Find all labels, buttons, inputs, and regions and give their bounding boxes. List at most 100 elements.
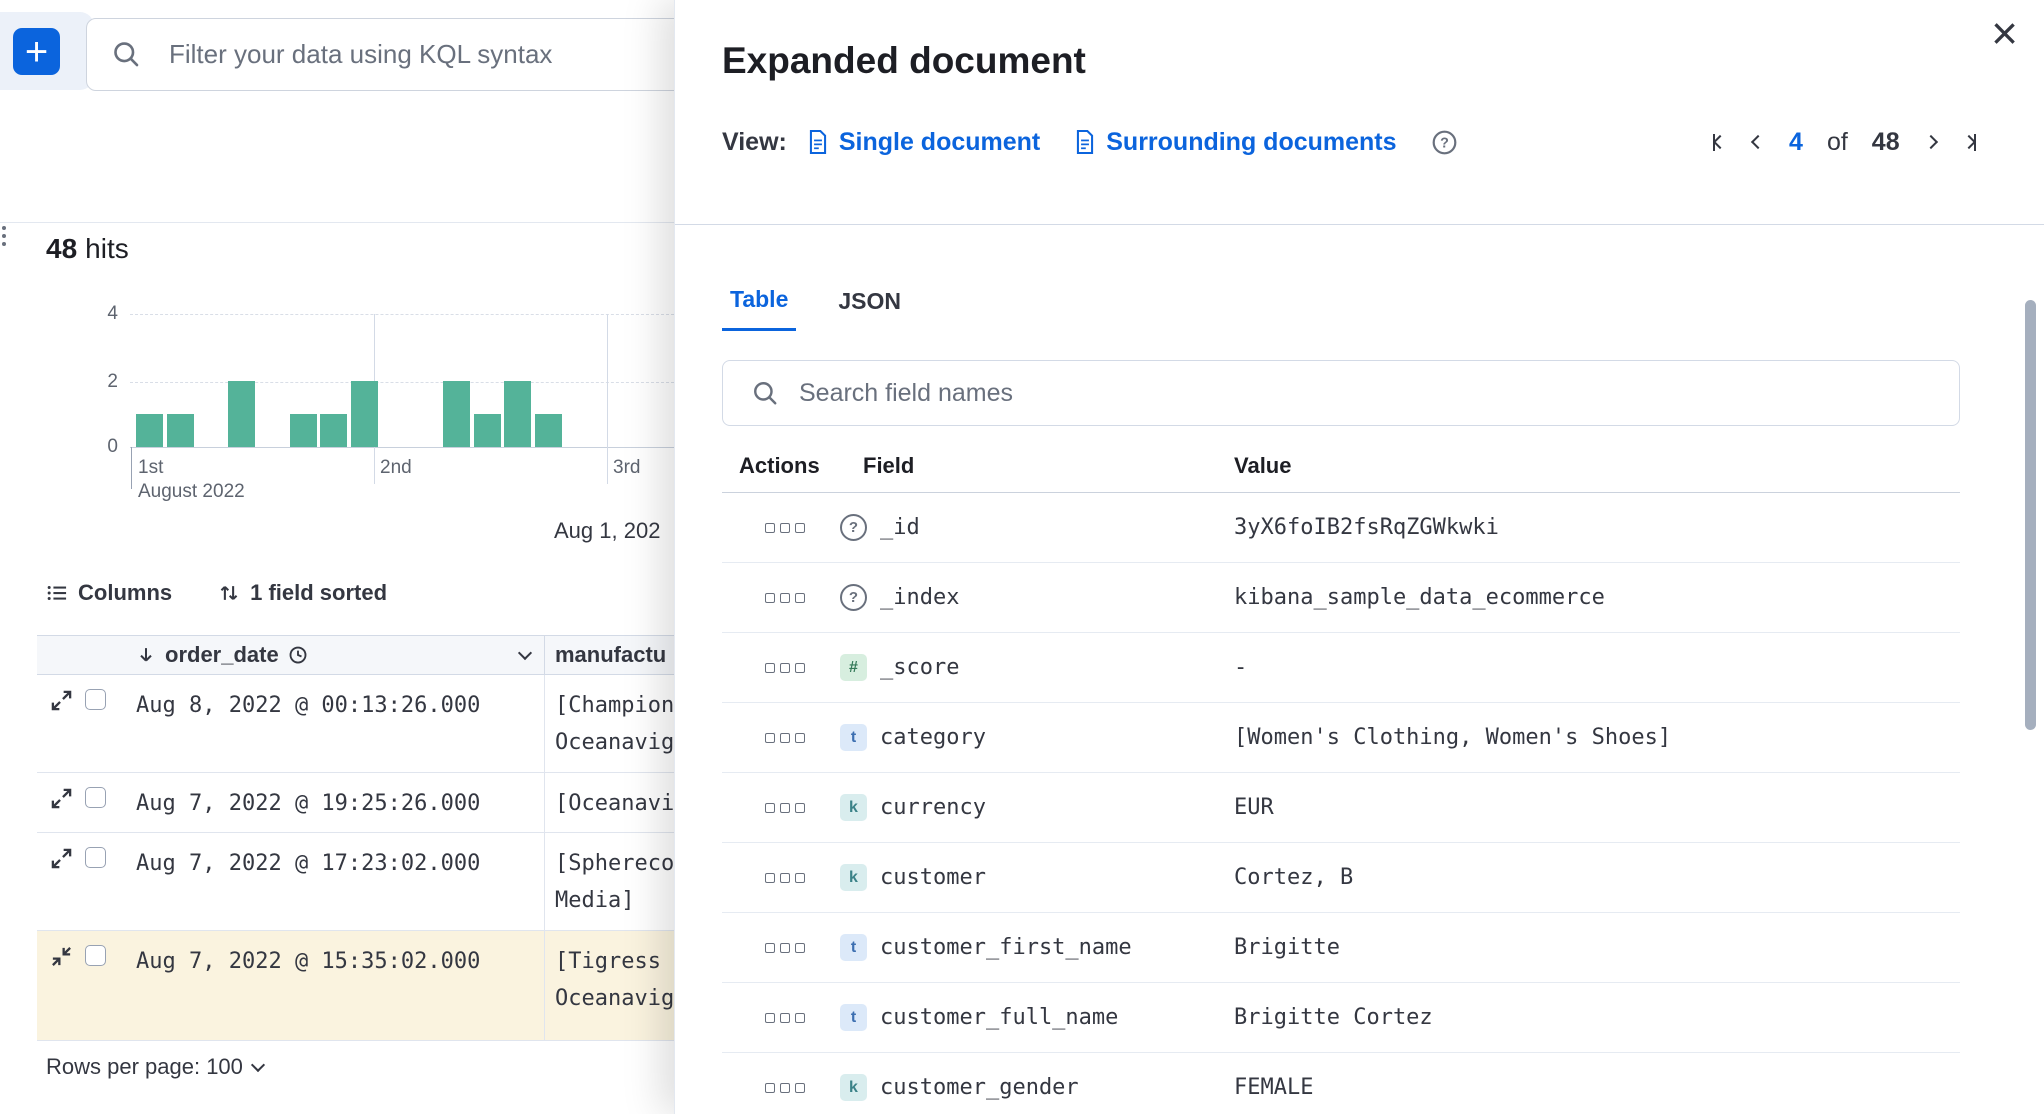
field-row: kcustomer_genderFEMALE bbox=[722, 1053, 1960, 1114]
field-action-button[interactable] bbox=[765, 873, 775, 883]
histogram-bars bbox=[136, 314, 696, 447]
first-page-button[interactable] bbox=[1711, 134, 1727, 151]
field-action-button[interactable] bbox=[795, 733, 805, 743]
doc-viewer-table: Actions Field Value ?_id3yX6foIB2fsRqZGW… bbox=[722, 440, 1960, 1114]
histogram-bar[interactable] bbox=[504, 381, 531, 448]
field-action-button[interactable] bbox=[780, 803, 790, 813]
sort-label: 1 field sorted bbox=[250, 580, 387, 606]
field-cell: kcustomer bbox=[840, 864, 1234, 891]
row-checkbox[interactable] bbox=[85, 787, 106, 808]
row-checkbox[interactable] bbox=[85, 945, 106, 966]
histogram-bar[interactable] bbox=[474, 414, 501, 447]
previous-page-button[interactable] bbox=[1751, 137, 1765, 147]
row-controls bbox=[37, 833, 126, 930]
field-row: tcategory[Women's Clothing, Women's Shoe… bbox=[722, 703, 1960, 773]
current-page[interactable]: 4 bbox=[1789, 128, 1803, 157]
histogram-bar[interactable] bbox=[228, 381, 255, 448]
field-action-button[interactable] bbox=[765, 1083, 775, 1093]
expanded-document-flyout: × Expanded document View: Single documen… bbox=[674, 0, 2044, 1114]
sort-icon bbox=[218, 582, 240, 604]
field-action-button[interactable] bbox=[780, 663, 790, 673]
field-action-button[interactable] bbox=[765, 733, 775, 743]
field-action-button[interactable] bbox=[780, 943, 790, 953]
field-name: category bbox=[880, 725, 986, 750]
histogram-bar[interactable] bbox=[320, 414, 347, 447]
field-action-button[interactable] bbox=[765, 593, 775, 603]
field-action-button[interactable] bbox=[765, 943, 775, 953]
field-action-button[interactable] bbox=[780, 1083, 790, 1093]
field-row: #_score- bbox=[722, 633, 1960, 703]
field-value: kibana_sample_data_ecommerce bbox=[1234, 585, 1605, 610]
field-cell: kcurrency bbox=[840, 794, 1234, 821]
histogram-bar[interactable] bbox=[535, 414, 562, 447]
histogram-bar[interactable] bbox=[136, 414, 163, 447]
field-action-button[interactable] bbox=[795, 593, 805, 603]
histogram-bar[interactable] bbox=[290, 414, 317, 447]
field-action-button[interactable] bbox=[765, 523, 775, 533]
scrollbar-thumb[interactable] bbox=[2025, 300, 2036, 730]
field-row: kcurrencyEUR bbox=[722, 773, 1960, 843]
keyword-field-icon: k bbox=[840, 1074, 867, 1101]
field-cell: ?_index bbox=[840, 584, 1234, 611]
field-actions bbox=[722, 1083, 840, 1093]
expand-row-icon[interactable] bbox=[50, 847, 73, 870]
columns-button[interactable]: Columns bbox=[46, 580, 172, 606]
field-value: [Women's Clothing, Women's Shoes] bbox=[1234, 725, 1671, 750]
field-search-input[interactable] bbox=[722, 360, 1960, 426]
order-date-cell[interactable]: Aug 7, 2022 @ 19:25:26.000 bbox=[126, 773, 544, 832]
histogram-bar[interactable] bbox=[443, 381, 470, 448]
surrounding-documents-link[interactable]: Surrounding documents bbox=[1074, 128, 1396, 157]
sorted-fields-button[interactable]: 1 field sorted bbox=[218, 580, 387, 606]
field-action-button[interactable] bbox=[795, 1083, 805, 1093]
order-date-cell[interactable]: Aug 7, 2022 @ 17:23:02.000 bbox=[126, 833, 544, 930]
field-row: ?_id3yX6foIB2fsRqZGWkwki bbox=[722, 493, 1960, 563]
collapse-row-icon[interactable] bbox=[50, 945, 73, 968]
total-pages: 48 bbox=[1872, 128, 1900, 157]
help-icon[interactable]: ? bbox=[1431, 129, 1458, 156]
add-filter-button[interactable]: + bbox=[13, 28, 60, 75]
field-action-button[interactable] bbox=[765, 803, 775, 813]
expand-row-icon[interactable] bbox=[50, 689, 73, 712]
field-action-button[interactable] bbox=[780, 873, 790, 883]
single-document-link[interactable]: Single document bbox=[807, 128, 1040, 157]
histogram-bar[interactable] bbox=[167, 414, 194, 447]
field-action-button[interactable] bbox=[765, 1013, 775, 1023]
document-pagination: 4 of 48 bbox=[1711, 124, 1978, 160]
histogram-bar[interactable] bbox=[351, 381, 378, 448]
rows-per-page-button[interactable]: Rows per page: 100 bbox=[46, 1054, 263, 1080]
field-action-button[interactable] bbox=[795, 523, 805, 533]
view-row: View: Single document Surrounding docume… bbox=[722, 124, 1458, 160]
field-action-button[interactable] bbox=[780, 1013, 790, 1023]
field-action-button[interactable] bbox=[795, 663, 805, 673]
grid-header-order-date[interactable]: order_date bbox=[126, 636, 544, 674]
field-value: - bbox=[1234, 655, 1247, 680]
field-header: Field bbox=[840, 453, 1234, 479]
document-icon bbox=[807, 129, 829, 155]
column-menu-chevron-icon[interactable] bbox=[518, 645, 532, 659]
field-action-button[interactable] bbox=[765, 663, 775, 673]
field-action-button[interactable] bbox=[795, 803, 805, 813]
flyout-divider bbox=[675, 224, 2044, 225]
panel-resize-handle[interactable] bbox=[2, 226, 12, 252]
field-action-button[interactable] bbox=[780, 733, 790, 743]
tab-table[interactable]: Table bbox=[722, 286, 796, 331]
tab-json[interactable]: JSON bbox=[830, 286, 909, 331]
row-checkbox[interactable] bbox=[85, 847, 106, 868]
expand-row-icon[interactable] bbox=[50, 787, 73, 810]
order-date-cell[interactable]: Aug 8, 2022 @ 00:13:26.000 bbox=[126, 675, 544, 772]
order-date-cell[interactable]: Aug 7, 2022 @ 15:35:02.000 bbox=[126, 931, 544, 1040]
row-checkbox[interactable] bbox=[85, 689, 106, 710]
field-action-button[interactable] bbox=[780, 523, 790, 533]
field-search bbox=[722, 360, 1960, 426]
field-action-button[interactable] bbox=[795, 873, 805, 883]
question-field-icon: ? bbox=[840, 584, 867, 611]
field-action-button[interactable] bbox=[795, 943, 805, 953]
next-page-button[interactable] bbox=[1924, 137, 1938, 147]
field-value: FEMALE bbox=[1234, 1075, 1313, 1100]
close-icon[interactable]: × bbox=[1991, 10, 2018, 56]
last-page-button[interactable] bbox=[1962, 134, 1978, 151]
field-action-button[interactable] bbox=[780, 593, 790, 603]
field-row: tcustomer_first_nameBrigitte bbox=[722, 913, 1960, 983]
field-action-button[interactable] bbox=[795, 1013, 805, 1023]
field-name: customer_first_name bbox=[880, 935, 1132, 960]
